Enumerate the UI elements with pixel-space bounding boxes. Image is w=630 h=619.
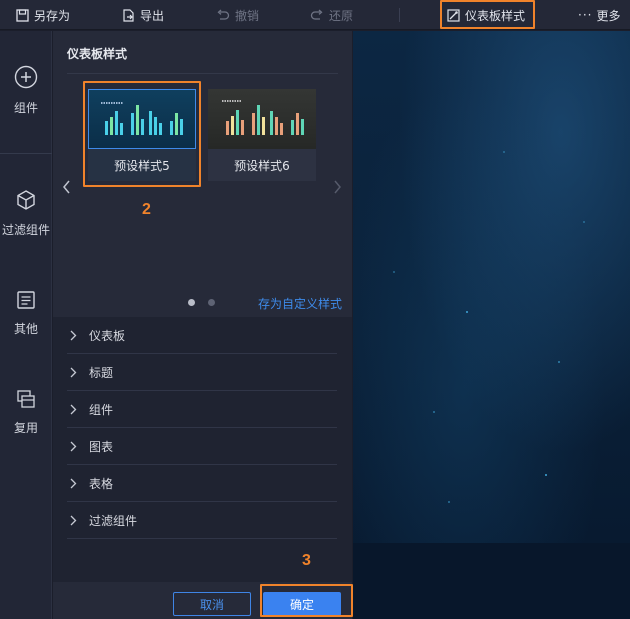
step-1-highlight [440, 0, 535, 29]
sidebar-item-label: 其他 [13, 322, 38, 336]
step-2-number: 2 [142, 201, 151, 218]
section-dashboard[interactable]: 仪表板 [67, 317, 337, 354]
step-3-highlight [260, 584, 353, 617]
sidebar-item-label: 组件 [13, 101, 38, 115]
sidebar-item-label: 过滤组件 [2, 223, 51, 237]
redo-icon [310, 9, 323, 20]
save-as-label: 另存为 [34, 8, 71, 23]
more-dots-icon: ··· [578, 8, 593, 22]
section-title[interactable]: 标题 [67, 354, 337, 391]
section-charts[interactable]: 图表 [67, 428, 337, 465]
canvas-star [393, 271, 395, 273]
step-3-number: 3 [302, 552, 311, 569]
cancel-button[interactable]: 取消 [173, 592, 251, 616]
chevron-right-icon [70, 478, 77, 488]
save-as-button[interactable]: 另存为 [16, 0, 70, 30]
canvas-bottom-area [353, 543, 630, 619]
section-label: 标题 [89, 365, 114, 380]
sidebar-item-reuse[interactable]: 复用 [0, 389, 52, 436]
section-label: 仪表板 [89, 328, 126, 343]
step-2-highlight [83, 81, 201, 187]
style-sections-list: 仪表板 标题 组件 图表 表格 过滤组件 [53, 317, 352, 582]
panel-title: 仪表板样式 [67, 47, 128, 61]
dashboard-canvas-preview [353, 31, 630, 543]
chevron-right-icon [70, 330, 77, 340]
more-button[interactable]: ··· 更多 [578, 0, 620, 30]
section-filter-components[interactable]: 过滤组件 [67, 502, 337, 539]
section-label: 过滤组件 [89, 513, 138, 528]
toolbar-divider [399, 8, 400, 22]
export-label: 导出 [140, 8, 165, 23]
chevron-left-icon [63, 180, 70, 194]
canvas-star [583, 221, 585, 223]
preset-6-preview [208, 89, 316, 149]
chevron-right-icon [70, 515, 77, 525]
more-label: 更多 [596, 8, 621, 23]
carousel-next-arrow[interactable] [333, 179, 342, 198]
redo-button[interactable]: 还原 [310, 0, 353, 30]
section-tables[interactable]: 表格 [67, 465, 337, 502]
canvas-star [545, 474, 547, 476]
undo-label: 撤销 [235, 8, 260, 23]
left-sidebar: 组件 过滤组件 其他 复用 [0, 31, 52, 619]
chevron-right-icon [334, 180, 341, 194]
panel-divider [67, 73, 338, 74]
section-label: 表格 [89, 476, 114, 491]
canvas-star [558, 361, 560, 363]
dashboard-style-panel: 仪表板样式 预设样式5 2 预设样式6 存为自定义样式 仪表板 标题 组件 图表… [53, 31, 353, 619]
preset-label: 预设样式6 [208, 149, 316, 181]
sidebar-item-filter-components[interactable]: 过滤组件 [0, 189, 51, 238]
chevron-right-icon [70, 404, 77, 414]
canvas-star [466, 311, 468, 313]
redo-label: 还原 [329, 8, 354, 23]
export-button[interactable]: 导出 [122, 0, 164, 30]
undo-button[interactable]: 撤销 [216, 0, 259, 30]
top-toolbar: 另存为 导出 撤销 还原 仪表板样式 ··· 更多 [0, 0, 630, 30]
section-label: 组件 [89, 402, 114, 417]
carousel-prev-arrow[interactable] [62, 179, 71, 198]
section-label: 图表 [89, 439, 114, 454]
sidebar-item-components[interactable]: 组件 [0, 65, 52, 116]
cube-icon [17, 190, 35, 210]
add-circle-icon [14, 65, 38, 89]
chevron-right-icon [70, 367, 77, 377]
preset-style-6[interactable]: 预设样式6 [208, 89, 316, 181]
canvas-star [448, 501, 450, 503]
section-components[interactable]: 组件 [67, 391, 337, 428]
chevron-right-icon [70, 441, 77, 451]
undo-icon [217, 9, 230, 20]
save-icon [16, 8, 29, 22]
canvas-star [503, 151, 505, 153]
document-icon [17, 291, 35, 309]
copy-icon [17, 390, 35, 408]
sidebar-item-label: 复用 [13, 421, 38, 435]
carousel-dot[interactable] [208, 299, 215, 306]
canvas-star [433, 411, 435, 413]
export-icon [123, 8, 134, 22]
save-as-custom-style-link[interactable]: 存为自定义样式 [258, 295, 342, 312]
sidebar-divider [0, 153, 52, 154]
sidebar-item-others[interactable]: 其他 [0, 290, 52, 337]
carousel-dot-active[interactable] [188, 299, 195, 306]
